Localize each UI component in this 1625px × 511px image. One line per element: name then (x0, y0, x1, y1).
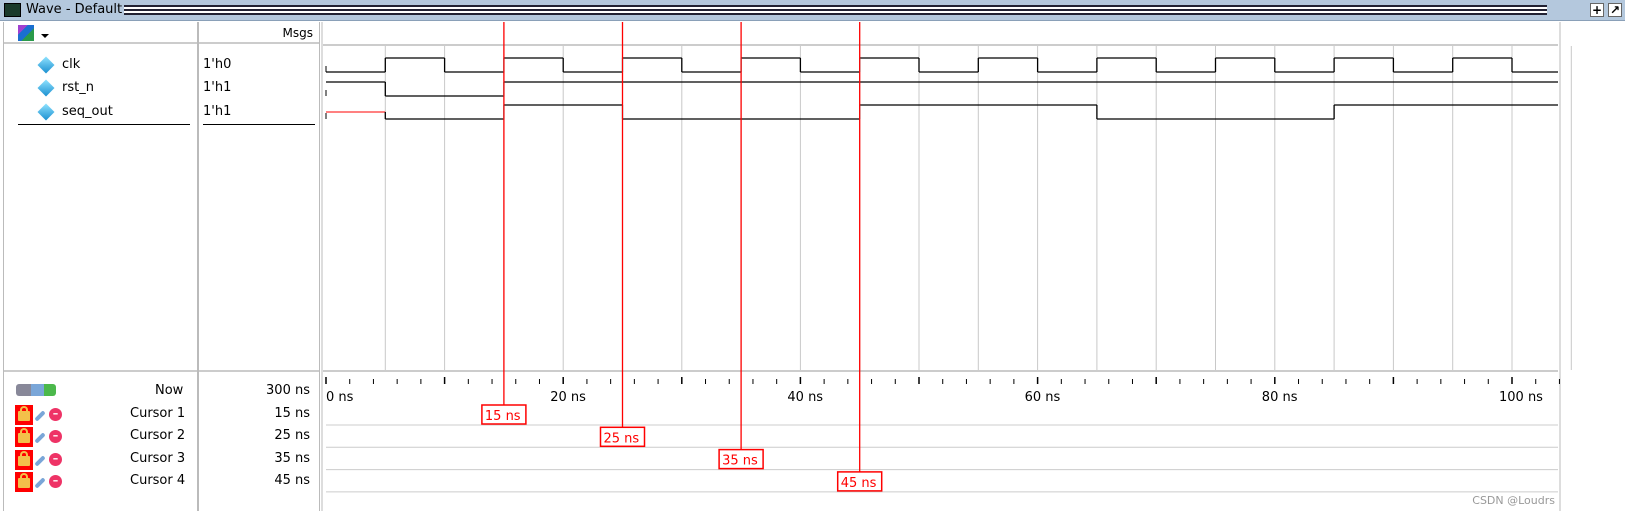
ruler-label: 100 ns (1499, 390, 1543, 405)
waveform-pane[interactable]: 0 ns 20 ns 40 ns 60 ns 80 ns 100 ns 15 ns 25 ns… (0, 0, 1625, 511)
cursor-time-label: 25 ns (604, 431, 640, 446)
cursor-time-label: 15 ns (485, 409, 521, 424)
cursor-time-label: 35 ns (722, 454, 758, 469)
cursor-time-label: 45 ns (841, 476, 877, 491)
ruler-label: 60 ns (1025, 390, 1061, 405)
ruler-label: 0 ns (326, 390, 354, 405)
ruler-label: 80 ns (1262, 390, 1298, 405)
ruler-label: 20 ns (550, 390, 586, 405)
ruler-label: 40 ns (787, 390, 823, 405)
watermark: CSDN @Loudrs (1472, 494, 1555, 507)
